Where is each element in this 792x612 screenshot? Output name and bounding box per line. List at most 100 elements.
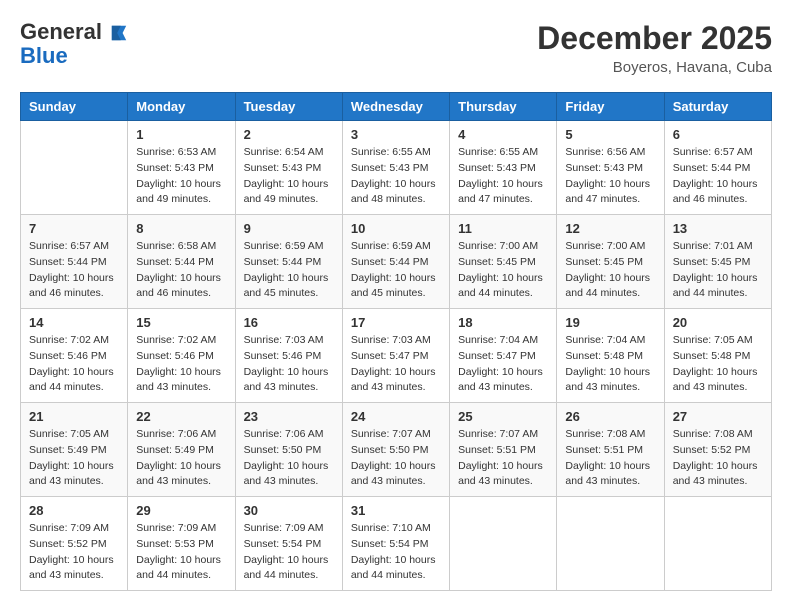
day-info: Sunrise: 6:54 AMSunset: 5:43 PMDaylight:…: [244, 145, 334, 208]
calendar-cell: 10Sunrise: 6:59 AMSunset: 5:44 PMDayligh…: [342, 215, 449, 309]
calendar-cell: 15 Sunrise: 7:02 AMSunset: 5:46 PMDayligh…: [128, 309, 235, 403]
day-info: Sunrise: 6:55 AMSunset: 5:43 PMDaylight:…: [351, 145, 441, 208]
calendar-cell: 11 Sunrise: 7:00 AMSunset: 5:45 PMDayligh…: [450, 215, 557, 309]
calendar-cell: 26 Sunrise: 7:08 AMSunset: 5:51 PMDayligh…: [557, 403, 664, 497]
day-info: Sunrise: 7:06 AMSunset: 5:49 PMDaylight:…: [136, 427, 226, 490]
day-info: Sunrise: 7:00 AMSunset: 5:45 PMDaylight:…: [565, 239, 655, 302]
day-number: 18: [458, 315, 548, 330]
day-info: Sunrise: 7:03 AMSunset: 5:47 PMDaylight:…: [351, 333, 441, 396]
day-info: Sunrise: 7:10 AMSunset: 5:54 PMDaylight:…: [351, 521, 441, 584]
day-info: Sunrise: 7:08 AMSunset: 5:51 PMDaylight:…: [565, 427, 655, 490]
calendar-cell: 8Sunrise: 6:58 AMSunset: 5:44 PMDaylight…: [128, 215, 235, 309]
calendar-cell: 5 Sunrise: 6:56 AMSunset: 5:43 PMDaylight…: [557, 121, 664, 215]
logo-blue-text: Blue: [20, 44, 68, 68]
day-info: Sunrise: 7:00 AMSunset: 5:45 PMDaylight:…: [458, 239, 548, 302]
day-info: Sunrise: 7:05 AMSunset: 5:49 PMDaylight:…: [29, 427, 119, 490]
day-info: Sunrise: 7:07 AMSunset: 5:51 PMDaylight:…: [458, 427, 548, 490]
day-info: Sunrise: 6:59 AMSunset: 5:44 PMDaylight:…: [244, 239, 334, 302]
calendar-cell: 12 Sunrise: 7:00 AMSunset: 5:45 PMDayligh…: [557, 215, 664, 309]
day-info: Sunrise: 7:05 AMSunset: 5:48 PMDaylight:…: [673, 333, 763, 396]
calendar-cell: [664, 497, 771, 591]
day-number: 16: [244, 315, 334, 330]
day-number: 15: [136, 315, 226, 330]
day-number: 19: [565, 315, 655, 330]
calendar-cell: 22 Sunrise: 7:06 AMSunset: 5:49 PMDayligh…: [128, 403, 235, 497]
day-info: Sunrise: 7:02 AMSunset: 5:46 PMDaylight:…: [29, 333, 119, 396]
calendar-cell: 21 Sunrise: 7:05 AMSunset: 5:49 PMDayligh…: [21, 403, 128, 497]
calendar-cell: 25 Sunrise: 7:07 AMSunset: 5:51 PMDayligh…: [450, 403, 557, 497]
calendar-cell: 3Sunrise: 6:55 AMSunset: 5:43 PMDaylight…: [342, 121, 449, 215]
logo-flag-icon: [110, 24, 128, 42]
calendar-cell: 29Sunrise: 7:09 AMSunset: 5:53 PMDayligh…: [128, 497, 235, 591]
month-title: December 2025: [537, 20, 772, 57]
day-number: 25: [458, 409, 548, 424]
day-number: 4: [458, 127, 548, 142]
day-number: 23: [244, 409, 334, 424]
calendar-cell: [21, 121, 128, 215]
day-info: Sunrise: 7:03 AMSunset: 5:46 PMDaylight:…: [244, 333, 334, 396]
weekday-header-tuesday: Tuesday: [235, 93, 342, 121]
day-number: 29: [136, 503, 226, 518]
calendar-week-row: 1Sunrise: 6:53 AMSunset: 5:43 PMDaylight…: [21, 121, 772, 215]
calendar-cell: 7 Sunrise: 6:57 AMSunset: 5:44 PMDaylight…: [21, 215, 128, 309]
calendar-cell: 14 Sunrise: 7:02 AMSunset: 5:46 PMDayligh…: [21, 309, 128, 403]
calendar-cell: 31 Sunrise: 7:10 AMSunset: 5:54 PMDayligh…: [342, 497, 449, 591]
page-header: General Blue December 2025 Boyeros, Hava…: [20, 20, 772, 76]
calendar-table: SundayMondayTuesdayWednesdayThursdayFrid…: [20, 92, 772, 591]
day-info: Sunrise: 6:53 AMSunset: 5:43 PMDaylight:…: [136, 145, 226, 208]
calendar-cell: 18 Sunrise: 7:04 AMSunset: 5:47 PMDayligh…: [450, 309, 557, 403]
day-info: Sunrise: 7:01 AMSunset: 5:45 PMDaylight:…: [673, 239, 763, 302]
day-info: Sunrise: 7:02 AMSunset: 5:46 PMDaylight:…: [136, 333, 226, 396]
day-number: 20: [673, 315, 763, 330]
day-info: Sunrise: 6:56 AMSunset: 5:43 PMDaylight:…: [565, 145, 655, 208]
logo-general: General: [20, 20, 128, 44]
day-number: 11: [458, 221, 548, 236]
day-info: Sunrise: 7:04 AMSunset: 5:47 PMDaylight:…: [458, 333, 548, 396]
day-info: Sunrise: 6:57 AMSunset: 5:44 PMDaylight:…: [29, 239, 119, 302]
calendar-cell: 6Sunrise: 6:57 AMSunset: 5:44 PMDaylight…: [664, 121, 771, 215]
logo: General Blue: [20, 20, 128, 68]
day-info: Sunrise: 6:58 AMSunset: 5:44 PMDaylight:…: [136, 239, 226, 302]
weekday-header-monday: Monday: [128, 93, 235, 121]
day-number: 30: [244, 503, 334, 518]
calendar-cell: 4Sunrise: 6:55 AMSunset: 5:43 PMDaylight…: [450, 121, 557, 215]
calendar-week-row: 7 Sunrise: 6:57 AMSunset: 5:44 PMDaylight…: [21, 215, 772, 309]
day-number: 28: [29, 503, 119, 518]
day-number: 5: [565, 127, 655, 142]
day-number: 14: [29, 315, 119, 330]
day-info: Sunrise: 6:57 AMSunset: 5:44 PMDaylight:…: [673, 145, 763, 208]
calendar-week-row: 14 Sunrise: 7:02 AMSunset: 5:46 PMDayligh…: [21, 309, 772, 403]
calendar-cell: 16 Sunrise: 7:03 AMSunset: 5:46 PMDayligh…: [235, 309, 342, 403]
day-number: 21: [29, 409, 119, 424]
calendar-cell: 20 Sunrise: 7:05 AMSunset: 5:48 PMDayligh…: [664, 309, 771, 403]
calendar-cell: [557, 497, 664, 591]
logo-general-text: General: [20, 19, 102, 44]
calendar-cell: 1Sunrise: 6:53 AMSunset: 5:43 PMDaylight…: [128, 121, 235, 215]
day-info: Sunrise: 7:09 AMSunset: 5:54 PMDaylight:…: [244, 521, 334, 584]
day-number: 27: [673, 409, 763, 424]
calendar-cell: 30 Sunrise: 7:09 AMSunset: 5:54 PMDayligh…: [235, 497, 342, 591]
location-subtitle: Boyeros, Havana, Cuba: [537, 59, 772, 76]
day-number: 12: [565, 221, 655, 236]
day-info: Sunrise: 6:59 AMSunset: 5:44 PMDaylight:…: [351, 239, 441, 302]
day-number: 24: [351, 409, 441, 424]
title-block: December 2025 Boyeros, Havana, Cuba: [537, 20, 772, 76]
day-info: Sunrise: 7:07 AMSunset: 5:50 PMDaylight:…: [351, 427, 441, 490]
day-number: 9: [244, 221, 334, 236]
calendar-cell: 13 Sunrise: 7:01 AMSunset: 5:45 PMDayligh…: [664, 215, 771, 309]
day-number: 26: [565, 409, 655, 424]
calendar-cell: [450, 497, 557, 591]
day-number: 22: [136, 409, 226, 424]
weekday-header-thursday: Thursday: [450, 93, 557, 121]
weekday-header-row: SundayMondayTuesdayWednesdayThursdayFrid…: [21, 93, 772, 121]
day-info: Sunrise: 7:06 AMSunset: 5:50 PMDaylight:…: [244, 427, 334, 490]
day-number: 31: [351, 503, 441, 518]
weekday-header-saturday: Saturday: [664, 93, 771, 121]
day-number: 13: [673, 221, 763, 236]
weekday-header-sunday: Sunday: [21, 93, 128, 121]
day-info: Sunrise: 7:08 AMSunset: 5:52 PMDaylight:…: [673, 427, 763, 490]
day-number: 7: [29, 221, 119, 236]
calendar-cell: 24 Sunrise: 7:07 AMSunset: 5:50 PMDayligh…: [342, 403, 449, 497]
calendar-cell: 27 Sunrise: 7:08 AMSunset: 5:52 PMDayligh…: [664, 403, 771, 497]
day-info: Sunrise: 7:04 AMSunset: 5:48 PMDaylight:…: [565, 333, 655, 396]
